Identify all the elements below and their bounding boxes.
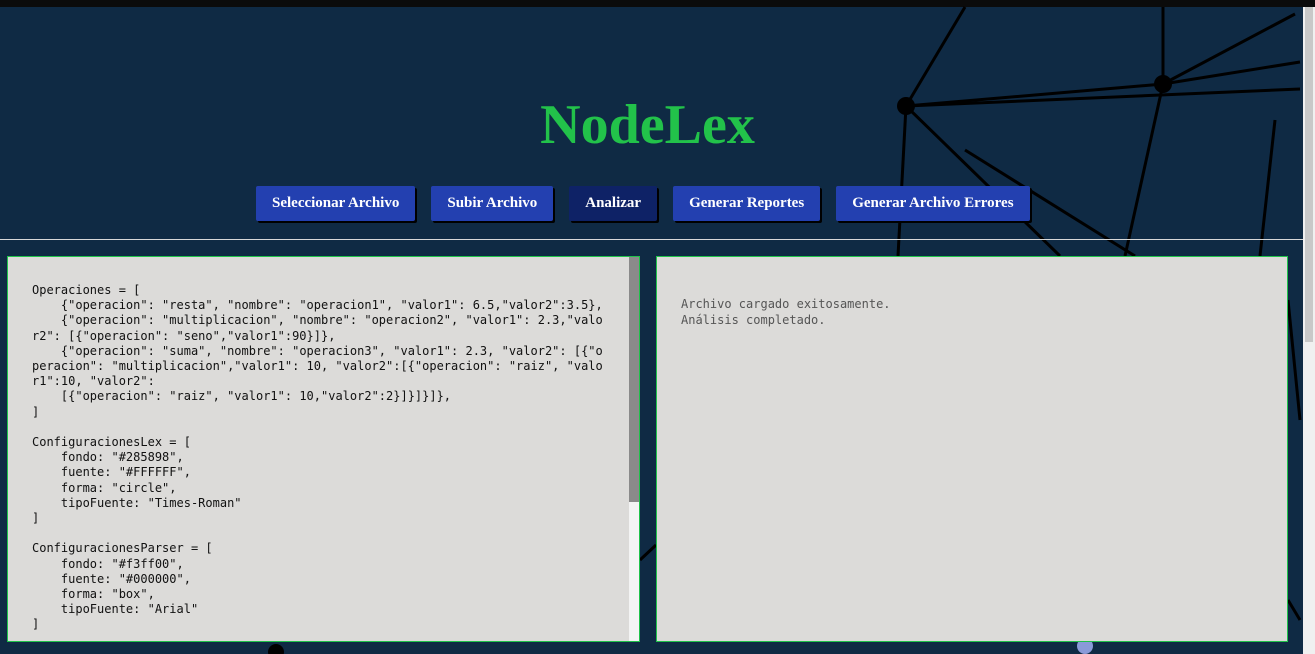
header-divider: [0, 239, 1303, 240]
analyze-button[interactable]: Analizar: [569, 186, 658, 221]
editor-panel[interactable]: Operaciones = [ {"operacion": "resta", "…: [7, 256, 640, 642]
editor-scrollbar-thumb[interactable]: [629, 257, 639, 502]
generate-reports-button[interactable]: Generar Reportes: [673, 186, 821, 221]
editor-textarea[interactable]: Operaciones = [ {"operacion": "resta", "…: [8, 257, 637, 633]
generate-errors-file-button[interactable]: Generar Archivo Errores: [836, 186, 1030, 221]
output-panel[interactable]: Archivo cargado exitosamente. Análisis c…: [656, 256, 1288, 642]
output-textarea[interactable]: Archivo cargado exitosamente. Análisis c…: [657, 257, 1287, 328]
select-file-button[interactable]: Seleccionar Archivo: [256, 186, 416, 221]
page-scrollbar-thumb[interactable]: [1305, 7, 1313, 342]
app-title: NodeLex: [540, 93, 755, 156]
toolbar: Seleccionar Archivo Subir Archivo Analiz…: [256, 186, 1030, 221]
upload-file-button[interactable]: Subir Archivo: [431, 186, 554, 221]
